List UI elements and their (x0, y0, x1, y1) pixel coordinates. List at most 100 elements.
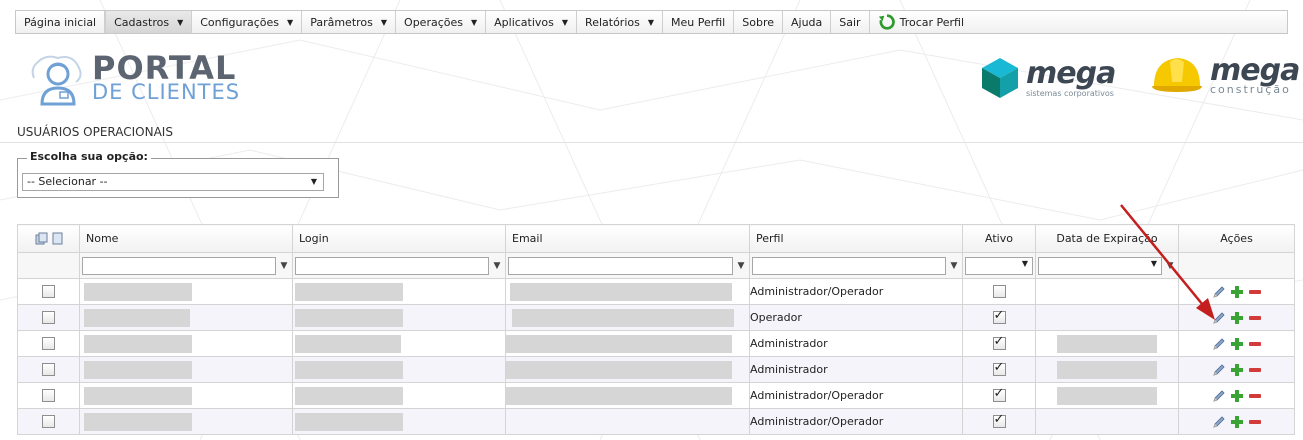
row-checkbox[interactable] (42, 311, 55, 325)
minus-icon[interactable] (1248, 311, 1262, 325)
nome-cell (79, 408, 293, 435)
nav-meu-perfil[interactable]: Meu Perfil (663, 11, 735, 33)
minus-icon[interactable] (1248, 337, 1262, 351)
nav-trocar-perfil[interactable]: Trocar Perfil (870, 11, 972, 33)
filter-icon[interactable]: ▼ (735, 261, 747, 271)
row-checkbox[interactable] (42, 285, 55, 299)
nav-ajuda[interactable]: Ajuda (783, 11, 832, 33)
pencil-icon[interactable] (1212, 415, 1226, 429)
nav-configuracoes[interactable]: Configurações ▼ (192, 11, 303, 33)
row-checkbox[interactable] (42, 337, 55, 351)
row-checkbox[interactable] (42, 363, 55, 377)
login-cell (292, 330, 506, 357)
option-select-value: -- Selecionar -- (27, 175, 108, 188)
option-select[interactable]: -- Selecionar -- ▼ (22, 173, 324, 191)
perfil-value: Operador (750, 311, 802, 324)
plus-icon[interactable] (1230, 311, 1244, 325)
nav-cadastros[interactable]: Cadastros ▼ (105, 11, 193, 33)
plus-icon[interactable] (1230, 415, 1244, 429)
nav-home[interactable]: Página inicial (16, 11, 106, 33)
table-row[interactable]: Administrador/Operador (17, 408, 1295, 435)
header-email[interactable]: Email (505, 224, 750, 253)
minus-icon[interactable] (1248, 389, 1262, 403)
header-select-column (17, 224, 80, 253)
expiracao-cell (1035, 304, 1179, 331)
nav-sair-label: Sair (839, 15, 861, 29)
perfil-value: Administrador/Operador (750, 389, 884, 402)
header-nome[interactable]: Nome (79, 224, 293, 253)
actions-cell (1178, 330, 1295, 357)
row-checkbox[interactable] (42, 415, 55, 429)
filter-nome-input[interactable] (82, 256, 276, 275)
filter-perfil-input[interactable] (752, 256, 946, 275)
pencil-icon[interactable] (1212, 311, 1226, 325)
title-divider (0, 142, 1303, 143)
email-cell (505, 382, 750, 409)
table-row[interactable]: Operador (17, 304, 1295, 331)
perfil-value: Administrador (750, 363, 828, 376)
redacted-name (84, 360, 192, 379)
header-login[interactable]: Login (292, 224, 506, 253)
document-icon[interactable] (52, 232, 63, 245)
copy-icon[interactable] (35, 232, 49, 245)
nav-sair[interactable]: Sair (831, 11, 870, 33)
nav-relatorios[interactable]: Relatórios ▼ (577, 11, 663, 33)
plus-icon[interactable] (1230, 337, 1244, 351)
minus-icon[interactable] (1248, 363, 1262, 377)
header-expiracao[interactable]: Data de Expiração (1035, 224, 1179, 253)
table-body: Administrador/Operador Operador ✓ Admini… (17, 278, 1295, 435)
email-cell (505, 356, 750, 383)
nav-aplicativos[interactable]: Aplicativos ▼ (486, 11, 578, 33)
filter-expiracao-select[interactable]: ▼ (1038, 256, 1162, 275)
login-cell (292, 304, 506, 331)
nav-operacoes[interactable]: Operações ▼ (396, 11, 487, 33)
ativo-checkbox (992, 386, 1006, 403)
filter-email-input[interactable] (508, 256, 733, 275)
row-select-cell (17, 382, 80, 409)
perfil-cell: Administrador/Operador (749, 408, 963, 435)
plus-icon[interactable] (1230, 389, 1244, 403)
nav-cadastros-label: Cadastros (114, 15, 170, 29)
ativo-cell (962, 382, 1036, 409)
users-table: Nome Login Email Perfil Ativo Data de Ex… (17, 224, 1295, 435)
ativo-cell (962, 278, 1036, 305)
redacted-expiration (1057, 386, 1157, 405)
minus-icon[interactable] (1248, 415, 1262, 429)
main-navbar: Página inicial Cadastros ▼ Configurações ▼… (15, 10, 1288, 34)
pencil-icon[interactable] (1212, 285, 1226, 299)
filter-icon[interactable]: ▼ (948, 261, 960, 271)
ativo-cell (962, 304, 1036, 331)
pencil-icon[interactable] (1212, 389, 1226, 403)
table-row[interactable]: Administrador (17, 330, 1295, 357)
redacted-email (506, 386, 732, 405)
nome-cell (79, 278, 293, 305)
header-perfil[interactable]: Perfil (749, 224, 963, 253)
ativo-cell (962, 356, 1036, 383)
filter-icon[interactable]: ▼ (1164, 261, 1176, 271)
filter-icon[interactable]: ▼ (278, 261, 290, 271)
refresh-icon (878, 14, 895, 30)
perfil-cell: Administrador (749, 356, 963, 383)
row-checkbox[interactable] (42, 389, 55, 403)
login-cell (292, 382, 506, 409)
header-ativo[interactable]: Ativo (962, 224, 1036, 253)
table-row[interactable]: Administrador/Operador (17, 382, 1295, 409)
pencil-icon[interactable] (1212, 337, 1226, 351)
pencil-icon[interactable] (1212, 363, 1226, 377)
filter-login-input[interactable] (295, 256, 489, 275)
nav-parametros[interactable]: Parâmetros ▼ (302, 11, 397, 33)
expiracao-cell (1035, 356, 1179, 383)
table-row[interactable]: Administrador (17, 356, 1295, 383)
perfil-cell: Administrador (749, 330, 963, 357)
table-row[interactable]: Administrador/Operador (17, 278, 1295, 305)
redacted-email (506, 334, 732, 353)
filter-ativo-select[interactable]: ▼ (965, 256, 1033, 275)
nav-meu-perfil-label: Meu Perfil (671, 15, 726, 29)
nav-sobre[interactable]: Sobre (734, 11, 783, 33)
minus-icon[interactable] (1248, 285, 1262, 299)
filter-icon[interactable]: ▼ (491, 261, 503, 271)
plus-icon[interactable] (1230, 285, 1244, 299)
plus-icon[interactable] (1230, 363, 1244, 377)
header-acoes: Ações (1178, 224, 1295, 253)
expiracao-cell (1035, 408, 1179, 435)
